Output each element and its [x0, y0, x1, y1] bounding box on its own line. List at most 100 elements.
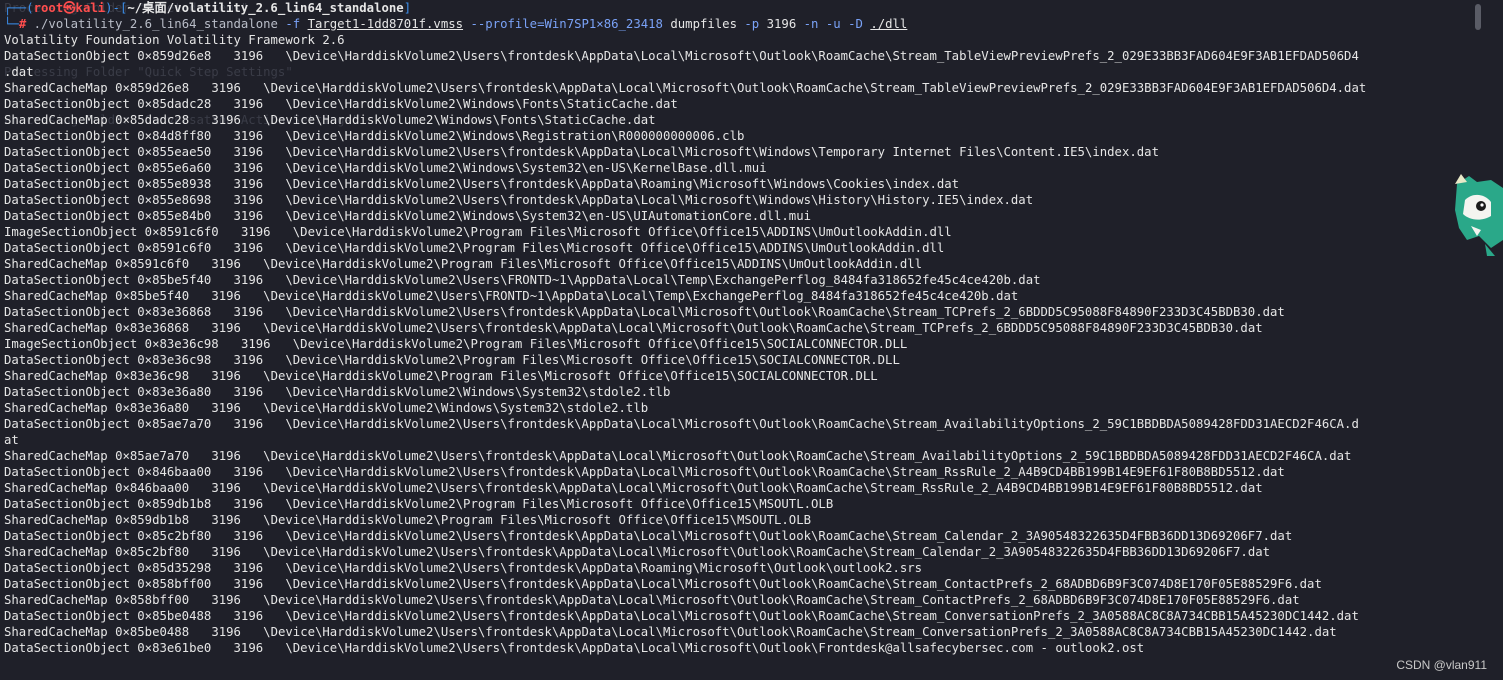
row-file-path: \Device\HarddiskVolume2\Users\frontdesk\… — [263, 321, 1263, 335]
output-row: DataSectionObject 0×83e36c98 3196 \Devic… — [4, 352, 1463, 368]
output-row: SharedCacheMap 0×83e36868 3196 \Device\H… — [4, 320, 1463, 336]
output-row: DataSectionObject 0×85d35298 3196 \Devic… — [4, 560, 1463, 576]
row-file-path: \Device\HarddiskVolume2\Users\frontdesk\… — [285, 305, 1285, 319]
row-file-path: \Device\HarddiskVolume2\Program Files\Mi… — [292, 225, 952, 239]
row-pid: 3196 — [233, 417, 264, 431]
output-row: SharedCacheMap 0×8591c6f0 3196 \Device\H… — [4, 256, 1463, 272]
output-row-wrap: at — [4, 433, 19, 447]
row-address: 0×83e36c98 — [115, 369, 190, 383]
row-pid: 3196 — [233, 273, 264, 287]
terminal-window[interactable]: Processing Folder "Deleted Items" Process… — [0, 0, 1503, 680]
row-pid: 3196 — [233, 465, 264, 479]
row-object-type: DataSectionObject — [4, 145, 130, 159]
row-object-type: SharedCacheMap — [4, 625, 108, 639]
output-row: DataSectionObject 0×855e8698 3196 \Devic… — [4, 192, 1463, 208]
row-pid: 3196 — [233, 353, 264, 367]
command-opt-p: -p — [744, 17, 760, 31]
row-object-type: SharedCacheMap — [4, 321, 108, 335]
command-opt-u: -u — [825, 17, 841, 31]
scrollbar-track[interactable] — [1475, 0, 1493, 680]
output-row: SharedCacheMap 0×85be0488 3196 \Device\H… — [4, 624, 1463, 640]
row-pid: 3196 — [211, 289, 241, 303]
output-row: ImageSectionObject 0×8591c6f0 3196 \Devi… — [4, 224, 1463, 240]
row-file-path: \Device\HarddiskVolume2\Users\FRONTD~1\A… — [285, 273, 1041, 287]
row-file-path: \Device\HarddiskVolume2\Users\frontdesk\… — [285, 561, 923, 575]
output-row: DataSectionObject 0×855e84b0 3196 \Devic… — [4, 208, 1463, 224]
prompt-user: root㉿kali — [33, 1, 106, 15]
output-row: DataSectionObject 0×85ae7a70 3196 \Devic… — [4, 416, 1463, 432]
prompt-frame-mid: )-[ — [105, 1, 128, 15]
row-object-type: DataSectionObject — [4, 97, 130, 111]
row-file-path: \Device\HarddiskVolume2\Program Files\Mi… — [263, 513, 812, 527]
row-address: 0×846baa00 — [137, 465, 212, 479]
row-address: 0×85be5f40 — [137, 273, 212, 287]
row-address: 0×83e36c98 — [137, 353, 212, 367]
row-object-type: DataSectionObject — [4, 161, 130, 175]
row-pid: 3196 — [233, 129, 264, 143]
banner-line: Volatility Foundation Volatility Framewo… — [4, 33, 345, 47]
output-row: DataSectionObject 0×8591c6f0 3196 \Devic… — [4, 240, 1463, 256]
row-file-path: \Device\HarddiskVolume2\Program Files\Mi… — [285, 497, 834, 511]
output-row: DataSectionObject 0×855eae50 3196 \Devic… — [4, 144, 1463, 160]
row-object-type: SharedCacheMap — [4, 401, 108, 415]
command-plugin: dumpfiles — [670, 17, 737, 31]
output-row: DataSectionObject 0×83e61be0 3196 \Devic… — [4, 640, 1463, 656]
row-address: 0×858bff00 — [115, 593, 190, 607]
command-opt-n: -n — [803, 17, 819, 31]
command-line[interactable]: └─# ./volatility_2.6_lin64_standalone -f… — [4, 16, 1463, 32]
row-object-type: DataSectionObject — [4, 561, 130, 575]
output-row: DataSectionObject 0×846baa00 3196 \Devic… — [4, 464, 1463, 480]
output-row: DataSectionObject 0×85dadc28 3196 \Devic… — [4, 96, 1463, 112]
row-address: 0×858bff00 — [137, 577, 212, 591]
row-pid: 3196 — [233, 529, 264, 543]
row-pid: 3196 — [240, 225, 271, 239]
row-object-type: DataSectionObject — [4, 529, 130, 543]
output-row: SharedCacheMap 0×83e36a80 3196 \Device\H… — [4, 400, 1463, 416]
row-address: 0×85be5f40 — [115, 289, 190, 303]
row-address: 0×859db1b8 — [115, 513, 190, 527]
row-file-path: \Device\HarddiskVolume2\Users\frontdesk\… — [285, 417, 1359, 431]
output-row: SharedCacheMap 0×85dadc28 3196 \Device\H… — [4, 112, 1463, 128]
output-row: SharedCacheMap 0×85ae7a70 3196 \Device\H… — [4, 448, 1463, 464]
row-address: 0×855e84b0 — [137, 209, 212, 223]
row-file-path: \Device\HarddiskVolume2\Users\frontdesk\… — [285, 193, 1034, 207]
row-file-path: \Device\HarddiskVolume2\Windows\System32… — [285, 161, 767, 175]
row-pid: 3196 — [233, 641, 264, 655]
output-row: DataSectionObject 0×85be0488 3196 \Devic… — [4, 608, 1463, 624]
row-file-path: \Device\HarddiskVolume2\Users\frontdesk\… — [285, 49, 1359, 63]
row-address: 0×85c2bf80 — [137, 529, 212, 543]
output-row: DataSectionObject 0×855e8938 3196 \Devic… — [4, 176, 1463, 192]
output-row: SharedCacheMap 0×85be5f40 3196 \Device\H… — [4, 288, 1463, 304]
row-object-type: DataSectionObject — [4, 609, 130, 623]
row-address: 0×83e36a80 — [115, 401, 190, 415]
row-object-type: SharedCacheMap — [4, 369, 108, 383]
output-row: DataSectionObject 0×85be5f40 3196 \Devic… — [4, 272, 1463, 288]
row-address: 0×85be0488 — [137, 609, 212, 623]
row-address: 0×8591c6f0 — [115, 257, 190, 271]
output-row: SharedCacheMap 0×846baa00 3196 \Device\H… — [4, 480, 1463, 496]
row-pid: 3196 — [233, 385, 264, 399]
row-file-path: \Device\HarddiskVolume2\Users\frontdesk\… — [263, 593, 1300, 607]
row-address: 0×8591c6f0 — [137, 241, 212, 255]
row-file-path: \Device\HarddiskVolume2\Users\frontdesk\… — [263, 545, 1271, 559]
dumpfiles-output-rows: DataSectionObject 0×859d26e8 3196 \Devic… — [4, 48, 1463, 656]
row-pid: 3196 — [233, 49, 264, 63]
row-address: 0×84d8ff80 — [137, 129, 212, 143]
row-object-type: DataSectionObject — [4, 241, 130, 255]
row-pid: 3196 — [211, 625, 241, 639]
row-file-path: \Device\HarddiskVolume2\Users\frontdesk\… — [285, 465, 1285, 479]
row-object-type: SharedCacheMap — [4, 545, 108, 559]
row-object-type: DataSectionObject — [4, 417, 130, 431]
row-pid: 3196 — [211, 545, 241, 559]
row-object-type: DataSectionObject — [4, 49, 130, 63]
row-address: 0×85d35298 — [137, 561, 212, 575]
output-row: SharedCacheMap 0×85c2bf80 3196 \Device\H… — [4, 544, 1463, 560]
row-file-path: \Device\HarddiskVolume2\Windows\Fonts\St… — [263, 113, 656, 127]
row-file-path: \Device\HarddiskVolume2\Windows\Fonts\St… — [285, 97, 678, 111]
row-address: 0×85ae7a70 — [137, 417, 212, 431]
row-object-type: DataSectionObject — [4, 193, 130, 207]
scrollbar-thumb[interactable] — [1475, 4, 1481, 30]
command-opt-D: -D — [848, 17, 863, 31]
terminal-output: ┌──(root㉿kali)-[~/桌面/volatility_2.6_lin6… — [4, 0, 1463, 656]
row-file-path: \Device\HarddiskVolume2\Users\frontdesk\… — [285, 641, 1145, 655]
